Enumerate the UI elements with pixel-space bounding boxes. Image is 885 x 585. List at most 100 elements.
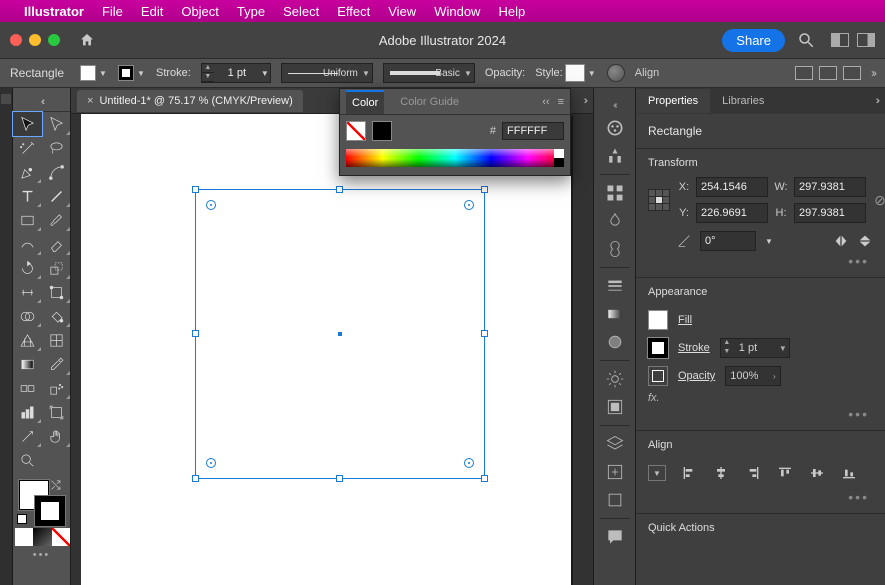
align-hcenter-icon[interactable] [712, 465, 730, 481]
align-label[interactable]: Align [635, 67, 659, 79]
appearance-stroke-swatch[interactable] [648, 338, 668, 358]
angle-dropdown[interactable]: ▼ [764, 236, 774, 246]
color-tab[interactable]: Color [346, 90, 384, 114]
align-left-icon[interactable] [680, 465, 698, 481]
asset-export-panel-icon[interactable] [599, 458, 631, 486]
document-tab[interactable]: × Untitled-1* @ 75.17 % (CMYK/Preview) [77, 90, 303, 112]
arrange-documents-icon[interactable] [831, 33, 849, 47]
appearance-more-icon[interactable]: ••• [648, 404, 873, 422]
stroke-dropdown[interactable]: ▼ [136, 68, 146, 78]
recolor-artwork-icon[interactable] [607, 64, 625, 82]
w-input[interactable] [794, 177, 866, 197]
document-tabs-overflow[interactable]: ›› [584, 95, 585, 107]
gradient-tool[interactable] [13, 352, 42, 376]
pen-tool[interactable] [13, 160, 42, 184]
panel-strip-expand[interactable]: ‹‹ [594, 96, 635, 114]
share-button[interactable]: Share [722, 29, 785, 52]
corner-widget-sw[interactable] [206, 458, 216, 468]
transform-panel-icon[interactable] [819, 66, 837, 80]
shape-builder-tool[interactable] [13, 304, 42, 328]
align-to-selector[interactable]: ▼ [648, 465, 666, 481]
appearance-opacity-swatch[interactable] [648, 366, 668, 386]
spectrum-black[interactable] [554, 158, 564, 167]
appearance-stroke-weight[interactable]: ▲▼ 1 pt ▼ [720, 338, 790, 358]
menu-window[interactable]: Window [434, 4, 480, 19]
align-vcenter-icon[interactable] [808, 465, 826, 481]
handle-w[interactable] [192, 330, 199, 337]
x-input[interactable] [696, 177, 768, 197]
color-spectrum[interactable] [346, 149, 564, 167]
rotate-tool[interactable] [13, 256, 42, 280]
fill-none-swatch[interactable] [346, 121, 366, 141]
stroke-weight-input[interactable]: ▲▼ 1 pt ▼ [201, 63, 271, 83]
color-guide-tab[interactable]: Color Guide [394, 91, 465, 113]
handle-e[interactable] [481, 330, 488, 337]
stroke-weight-up[interactable]: ▲ [202, 64, 214, 73]
fill-stroke-indicator[interactable]: ⤭ [13, 476, 70, 528]
paintbrush-tool[interactable] [42, 208, 71, 232]
stroke-swatch[interactable] [118, 65, 134, 81]
slice-tool[interactable] [13, 424, 42, 448]
direct-selection-tool[interactable] [42, 112, 71, 136]
artboard-tool[interactable] [42, 400, 71, 424]
fill-swatch[interactable] [80, 65, 96, 81]
isolate-icon[interactable] [843, 66, 861, 80]
stroke-box[interactable] [35, 496, 65, 526]
mesh-tool[interactable] [42, 328, 71, 352]
properties-overflow[interactable]: ›› [876, 95, 877, 107]
artboard[interactable] [81, 114, 571, 585]
align-top-icon[interactable] [776, 465, 794, 481]
angle-input[interactable] [700, 231, 756, 251]
symbols-panel-icon[interactable] [599, 235, 631, 263]
appearance-opacity-label[interactable]: Opacity [678, 370, 715, 382]
transparency-panel-icon[interactable] [599, 328, 631, 356]
menu-type[interactable]: Type [237, 4, 265, 19]
handle-n[interactable] [336, 186, 343, 193]
perspective-grid-tool[interactable] [13, 328, 42, 352]
lasso-tool[interactable] [42, 136, 71, 160]
blend-tool[interactable] [13, 376, 42, 400]
align-bottom-icon[interactable] [840, 465, 858, 481]
minimize-window[interactable] [29, 34, 41, 46]
stroke-weight-down[interactable]: ▼ [202, 73, 214, 82]
tools-overflow-icon[interactable]: ••• [13, 546, 70, 561]
stroke-black-swatch[interactable] [372, 121, 392, 141]
canvas[interactable] [71, 114, 593, 585]
brushes-panel-icon[interactable] [599, 207, 631, 235]
flip-horizontal-icon[interactable] [833, 233, 849, 249]
handle-ne[interactable] [481, 186, 488, 193]
appearance-panel-icon[interactable] [599, 365, 631, 393]
handle-s[interactable] [336, 475, 343, 482]
eyedropper-tool[interactable] [42, 352, 71, 376]
artboards-panel-icon[interactable] [599, 486, 631, 514]
selection-tool[interactable] [13, 112, 42, 136]
h-input[interactable] [794, 203, 866, 223]
corner-widget-ne[interactable] [464, 200, 474, 210]
appearance-stroke-label[interactable]: Stroke [678, 342, 710, 354]
menu-edit[interactable]: Edit [141, 4, 163, 19]
stroke-weight-dropdown[interactable]: ▼ [260, 68, 270, 78]
live-paint-bucket-tool[interactable] [42, 304, 71, 328]
home-icon[interactable] [78, 32, 96, 48]
layers-panel-icon[interactable] [599, 430, 631, 458]
workspace-switcher-icon[interactable] [857, 33, 875, 47]
fill-dropdown[interactable]: ▼ [98, 68, 108, 78]
curvature-tool[interactable] [42, 160, 71, 184]
properties-tab[interactable]: Properties [636, 89, 710, 113]
control-bar-overflow[interactable]: ›› [871, 66, 875, 80]
libraries-tab[interactable]: Libraries [710, 89, 776, 113]
symbol-sprayer-tool[interactable] [42, 376, 71, 400]
handle-sw[interactable] [192, 475, 199, 482]
handle-nw[interactable] [192, 186, 199, 193]
stroke-label[interactable]: Stroke: [156, 67, 191, 79]
menu-view[interactable]: View [388, 4, 416, 19]
handle-se[interactable] [481, 475, 488, 482]
shaper-tool[interactable] [13, 232, 42, 256]
free-transform-tool[interactable] [42, 280, 71, 304]
comments-panel-icon[interactable] [599, 523, 631, 551]
flip-vertical-icon[interactable] [857, 233, 873, 249]
tools-collapse-icon[interactable]: ‹‹ [41, 96, 42, 108]
panel-menu-icon[interactable]: ≡ [558, 96, 564, 108]
close-tab-icon[interactable]: × [87, 95, 93, 107]
dock-handle-icon[interactable] [1, 94, 11, 104]
